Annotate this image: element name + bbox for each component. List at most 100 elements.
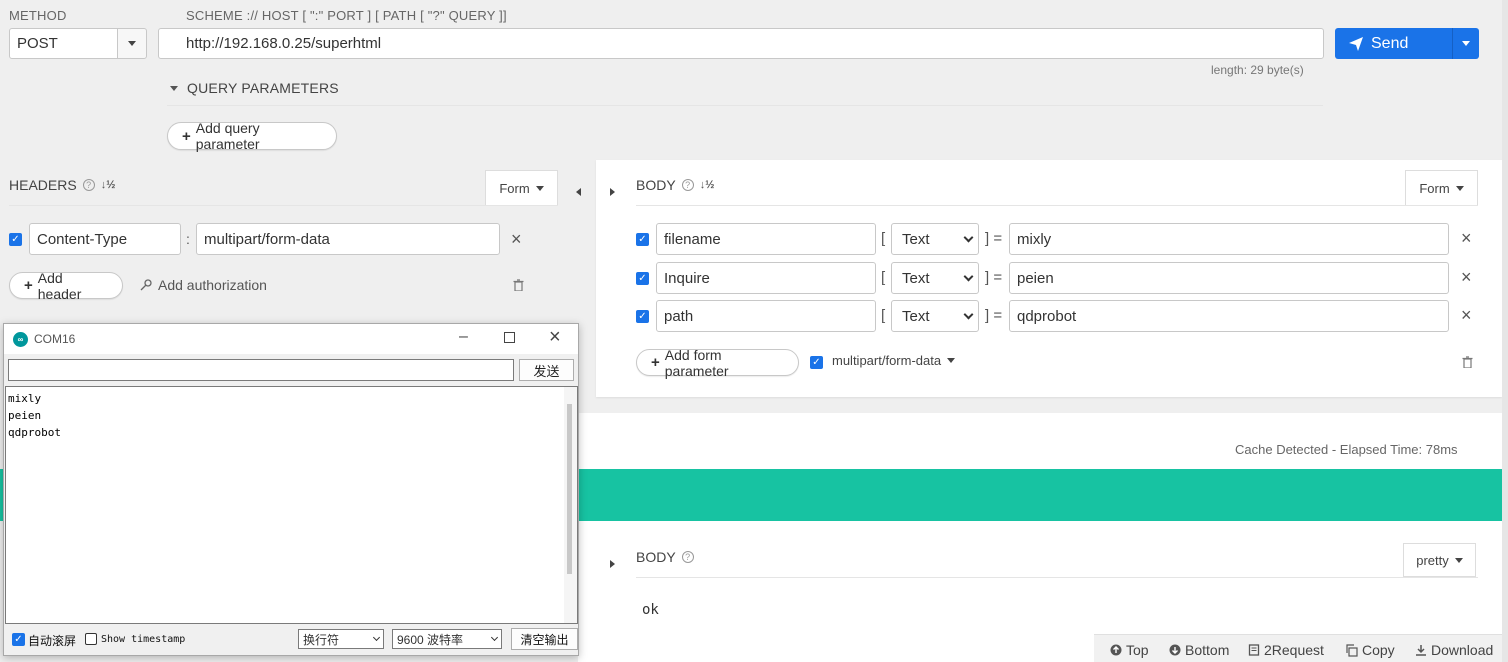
chevron-down-icon <box>372 633 381 641</box>
headers-mode-button[interactable]: Form <box>485 170 558 206</box>
line-ending-select[interactable]: 换行符 <box>298 629 384 649</box>
minimize-icon[interactable]: – <box>459 328 468 346</box>
add-form-parameter-button[interactable]: + Add form parameter <box>636 346 799 379</box>
serial-output-line: qdprobot <box>8 426 61 439</box>
close-icon[interactable]: × <box>1461 229 1472 247</box>
header-key: Content-Type <box>37 230 128 248</box>
form-param-value-input[interactable]: qdprobot <box>1009 300 1449 332</box>
arrow-down-circle-icon <box>1169 644 1181 656</box>
serial-send-input[interactable] <box>8 359 514 381</box>
copy-label: Copy <box>1362 642 1395 658</box>
form-param-checkbox[interactable]: ✓ <box>636 310 649 323</box>
content-type-label: multipart/form-data <box>832 353 942 368</box>
request-label: 2Request <box>1264 642 1324 658</box>
body-mode-button[interactable]: Form <box>1405 170 1478 206</box>
sort-icon[interactable]: ↓½ <box>101 179 116 191</box>
trash-icon[interactable] <box>513 278 524 294</box>
method-dropdown-button[interactable] <box>117 28 147 59</box>
help-icon[interactable]: ? <box>681 551 694 563</box>
form-param-value: mixly <box>1017 230 1052 248</box>
add-authorization-button[interactable]: Add authorization <box>140 277 267 293</box>
add-query-parameter-button[interactable]: + Add query parameter <box>167 120 337 152</box>
close-icon[interactable]: × <box>1461 306 1472 324</box>
divider <box>636 577 1478 578</box>
paper-plane-icon <box>1349 36 1363 51</box>
divider <box>167 105 1323 106</box>
add-authorization-label: Add authorization <box>158 277 267 293</box>
form-param-type: Text <box>902 269 930 287</box>
chevron-down-icon <box>963 309 974 319</box>
serial-send-button[interactable]: 发送 <box>519 359 574 381</box>
header-checkbox[interactable]: ✓ <box>9 233 22 246</box>
chevron-down-icon <box>963 271 974 281</box>
help-icon[interactable]: ? <box>681 179 694 191</box>
form-param-checkbox[interactable]: ✓ <box>636 233 649 246</box>
document-icon <box>1248 644 1260 656</box>
body-mode-label: Form <box>1419 180 1450 196</box>
top-button[interactable]: Top <box>1110 642 1149 658</box>
form-param-value-input[interactable]: mixly <box>1009 223 1449 255</box>
serial-scrollbar-thumb[interactable] <box>567 404 572 574</box>
url-length: length: 29 byte(s) <box>1211 63 1304 77</box>
form-param-key-input[interactable]: Inquire <box>656 262 876 294</box>
header-key-input[interactable]: Content-Type <box>29 223 181 255</box>
line-ending-value: 换行符 <box>303 632 340 647</box>
header-value-input[interactable]: multipart/form-data <box>196 223 500 255</box>
form-param-value: peien <box>1017 269 1054 287</box>
content-type-dropdown[interactable]: multipart/form-data <box>832 353 956 368</box>
maximize-icon[interactable] <box>504 332 515 343</box>
response-body-content: ok <box>642 602 659 618</box>
copy-icon <box>1346 643 1358 657</box>
collapse-left-icon[interactable] <box>576 183 581 199</box>
expand-right-icon[interactable] <box>610 555 615 571</box>
autoscroll-checkbox[interactable]: ✓ <box>12 633 25 646</box>
close-window-icon[interactable]: × <box>549 326 561 349</box>
query-params-label: QUERY PARAMETERS <box>187 80 339 96</box>
page-scrollbar[interactable] <box>1502 0 1508 662</box>
clear-output-button[interactable]: 清空输出 <box>511 628 578 650</box>
form-param-type-select[interactable]: Text <box>891 262 979 294</box>
caret-down-icon <box>1454 557 1463 563</box>
url-input[interactable]: http://192.168.0.25/superhtml <box>158 28 1324 59</box>
help-icon[interactable]: ? <box>82 179 95 191</box>
serial-title-bar[interactable] <box>4 324 578 354</box>
method-select[interactable]: POST <box>9 28 118 59</box>
colon-separator: : <box>186 231 190 247</box>
timestamp-checkbox[interactable] <box>85 633 97 645</box>
close-icon[interactable]: × <box>1461 268 1472 286</box>
headers-title-group: HEADERS ? ↓½ <box>9 177 115 193</box>
trash-icon[interactable] <box>1462 355 1473 371</box>
response-mode-button[interactable]: pretty <box>1403 543 1476 577</box>
cache-status: Cache Detected - Elapsed Time: 78ms <box>1235 442 1458 457</box>
content-type-checkbox[interactable]: ✓ <box>810 356 823 369</box>
form-param-key: path <box>664 307 694 325</box>
send-button[interactable]: Send <box>1335 28 1452 59</box>
form-param-checkbox[interactable]: ✓ <box>636 272 649 285</box>
sort-icon[interactable]: ↓½ <box>700 179 715 191</box>
expand-right-icon[interactable] <box>610 183 615 199</box>
add-form-label: Add form parameter <box>664 346 729 379</box>
copy-button[interactable]: Copy <box>1345 642 1395 658</box>
bracket-equals: ] = <box>985 307 1003 324</box>
send-options-button[interactable] <box>1452 28 1479 59</box>
query-params-toggle[interactable]: QUERY PARAMETERS <box>170 80 339 96</box>
request-button[interactable]: 2Request <box>1248 642 1324 658</box>
caret-down-icon <box>535 185 544 191</box>
headers-title: HEADERS <box>9 177 77 193</box>
download-button[interactable]: Download <box>1415 642 1493 658</box>
form-param-value-input[interactable]: peien <box>1009 262 1449 294</box>
form-param-type-select[interactable]: Text <box>891 223 979 255</box>
bottom-button[interactable]: Bottom <box>1169 642 1229 658</box>
form-param-type-select[interactable]: Text <box>891 300 979 332</box>
form-param-key-input[interactable]: filename <box>656 223 876 255</box>
chevron-down-icon <box>963 232 974 242</box>
serial-window-title: COM16 <box>34 332 76 346</box>
close-icon[interactable]: × <box>511 230 522 248</box>
bracket-open: [ <box>881 269 886 286</box>
caret-down-icon <box>1462 41 1470 46</box>
caret-down-icon <box>128 41 136 46</box>
add-query-label: Add query parameter <box>195 120 260 152</box>
form-param-key-input[interactable]: path <box>656 300 876 332</box>
add-header-button[interactable]: + Add header <box>9 270 123 302</box>
baud-rate-select[interactable]: 9600 波特率 <box>392 629 502 649</box>
